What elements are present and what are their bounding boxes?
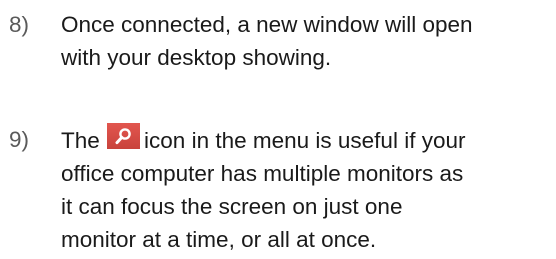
step-line-with-icon: The icon in the menu is useful if your [61, 123, 465, 157]
step-line-suffix: icon in the menu is useful if your [144, 128, 466, 153]
step-line: Once connected, a new window will open [61, 12, 473, 37]
step-line: it can focus the screen on just one [61, 194, 403, 219]
step-line: office computer has multiple monitors as [61, 161, 464, 186]
step-line-prefix: The [61, 128, 100, 153]
step-number: 9) [9, 127, 30, 152]
step-line: with your desktop showing. [61, 45, 332, 70]
step-number: 8) [9, 12, 30, 37]
step-text: Once connected, a new window will open w… [61, 8, 473, 74]
step-text: The icon in the menu is useful if your o… [61, 123, 465, 256]
magnifier-icon [107, 123, 141, 149]
step-line: monitor at a time, or all at once. [61, 227, 377, 252]
